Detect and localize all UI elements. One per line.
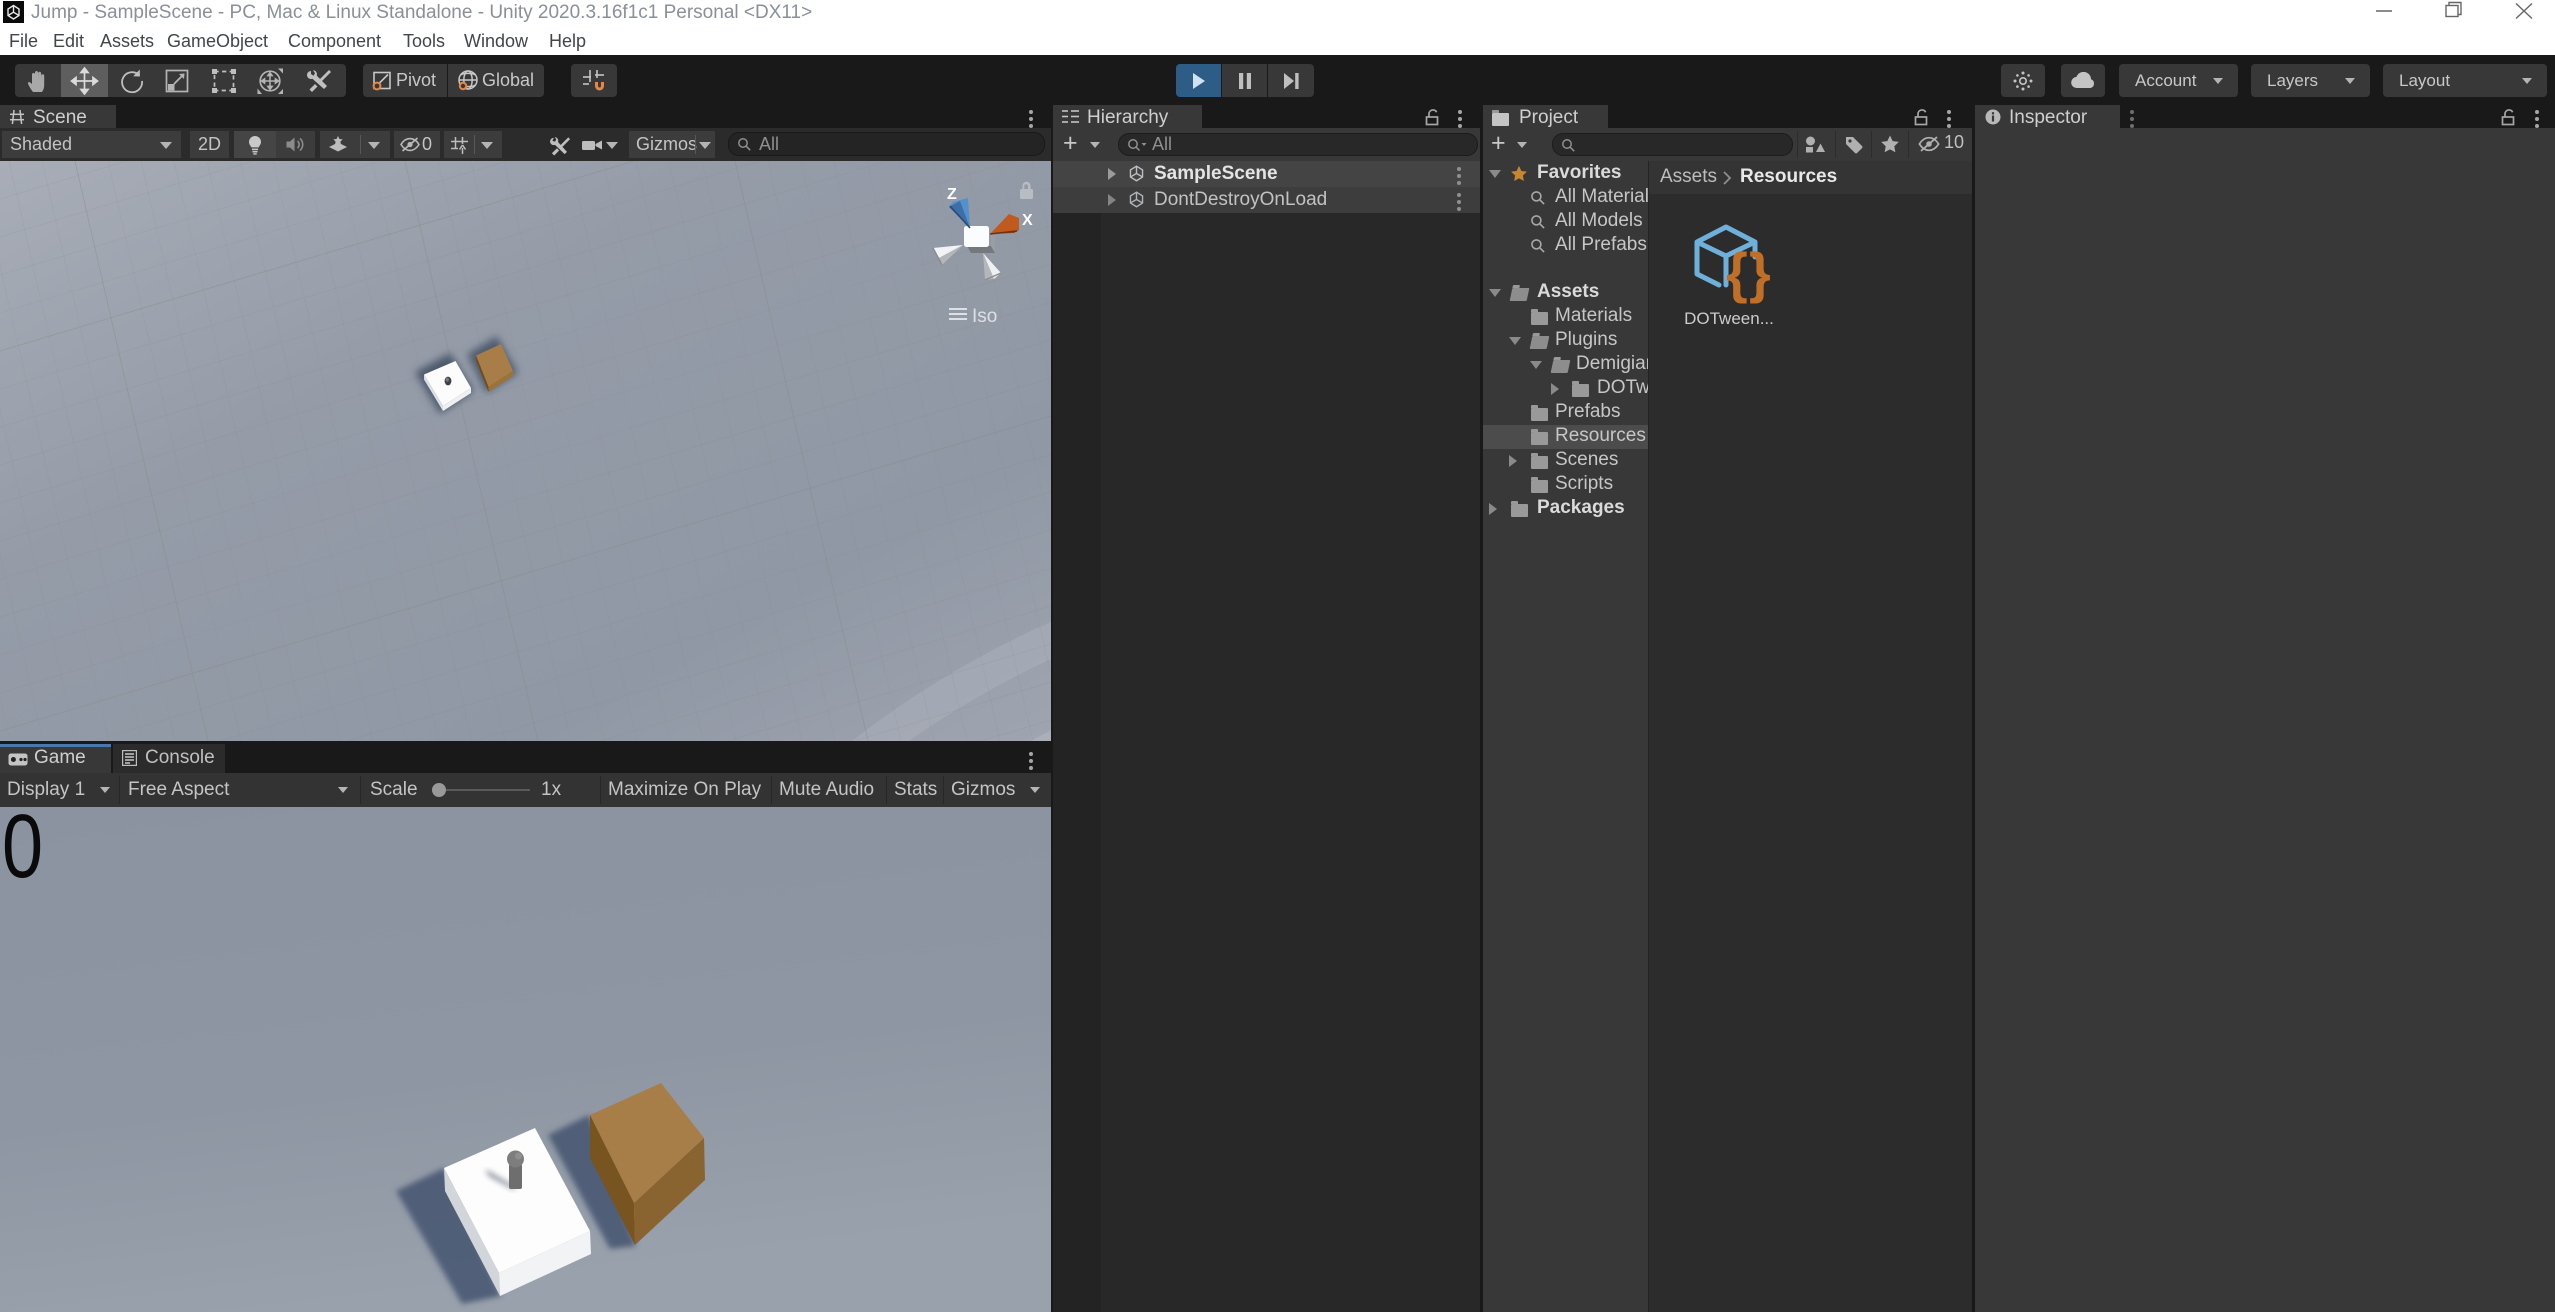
svg-text:{: { bbox=[1726, 241, 1748, 304]
svg-text:X: X bbox=[1022, 212, 1033, 229]
svg-text:Z: Z bbox=[947, 186, 957, 203]
svg-text:Iso: Iso bbox=[972, 306, 997, 327]
svg-text:}: } bbox=[1749, 241, 1771, 304]
